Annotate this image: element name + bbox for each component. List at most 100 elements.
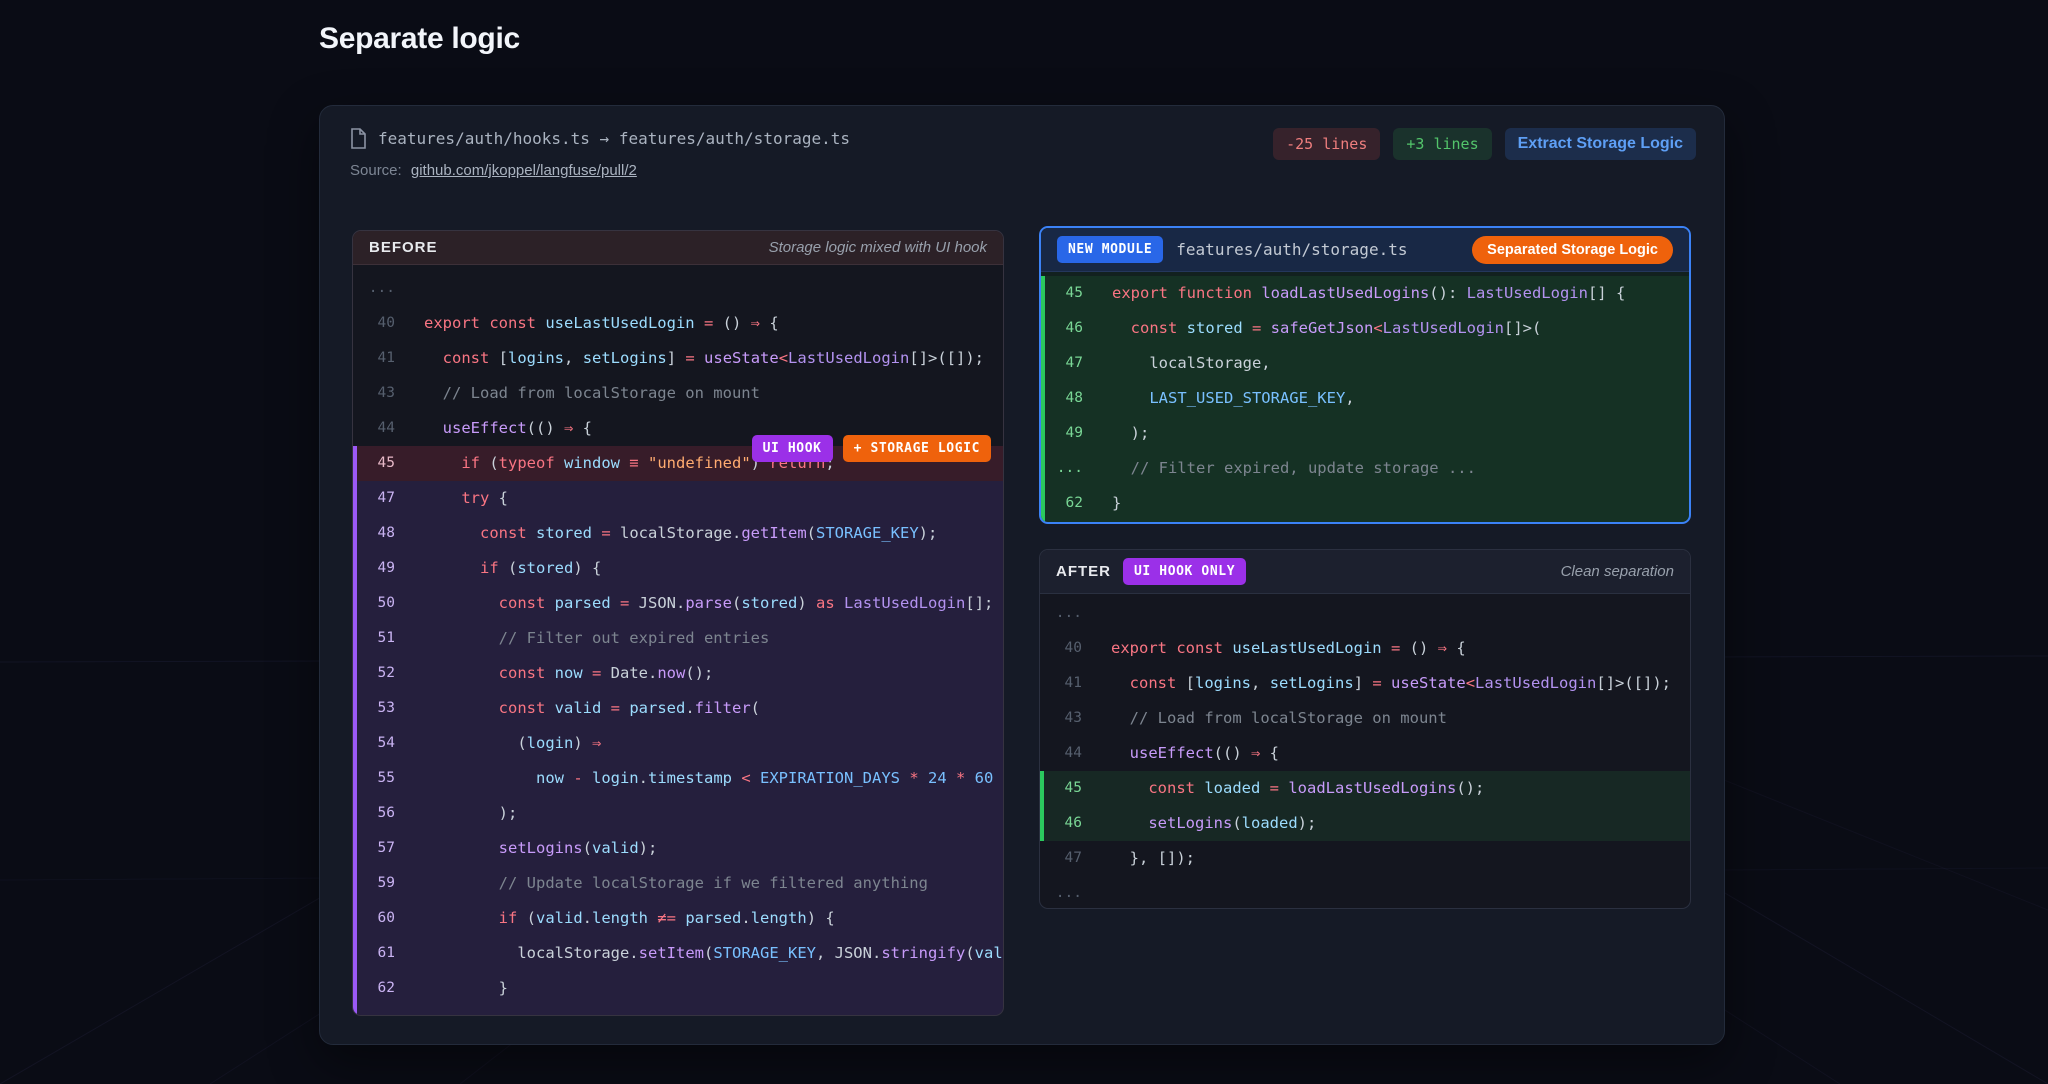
line-number: 45 [1044, 771, 1098, 806]
code-line-text: // Update localStorage if we filtered an… [411, 866, 928, 901]
line-number: 59 [357, 866, 411, 901]
line-number: 48 [357, 516, 411, 551]
code-line-text [1098, 596, 1111, 631]
code-line: 45 const loaded = loadLastUsedLogins(); [1040, 771, 1690, 806]
before-title: BEFORE [369, 239, 438, 256]
code-line-text: // Load from localStorage on mount [411, 376, 760, 411]
line-number: 44 [357, 411, 411, 446]
line-number: 43 [1044, 701, 1098, 736]
line-number: 60 [357, 901, 411, 936]
code-line: 41 const [logins, setLogins] = useState<… [1040, 666, 1690, 701]
code-line: 57 setLogins(valid); [353, 831, 1003, 866]
code-line-text: useEffect(() ⇒ { [411, 411, 592, 446]
after-panel: AFTER UI HOOK ONLY Clean separation ...4… [1039, 549, 1691, 909]
code-line-text: // Load from localStorage on mount [1098, 701, 1447, 736]
code-line-text: const stored = safeGetJson<LastUsedLogin… [1099, 311, 1541, 346]
code-line: 62 } [353, 971, 1003, 1006]
code-line: 62} [1041, 486, 1689, 521]
after-title: AFTER [1056, 563, 1111, 580]
code-line-text: (login) ⇒ [411, 726, 601, 761]
code-line-text: if (stored) { [411, 551, 601, 586]
code-line: 53 const valid = parsed.filter( [353, 691, 1003, 726]
code-line: ... [353, 271, 1003, 306]
code-line-text: setLogins(valid); [411, 831, 657, 866]
code-line-text: // Filter expired, update storage ... [1099, 451, 1476, 486]
source-link[interactable]: github.com/jkoppel/langfuse/pull/2 [411, 162, 637, 179]
line-number: 53 [357, 691, 411, 726]
code-line: ... [1040, 876, 1690, 909]
code-line: 43 // Load from localStorage on mount [353, 376, 1003, 411]
code-line: 48 const stored = localStorage.getItem(S… [353, 516, 1003, 551]
code-line: 51 // Filter out expired entries [353, 621, 1003, 656]
line-number: 55 [357, 761, 411, 796]
code-line-text: localStorage.setItem(STORAGE_KEY, JSON.s… [411, 936, 1003, 971]
file-icon [350, 128, 367, 149]
code-line-text: export function loadLastUsedLogins(): La… [1099, 276, 1625, 311]
code-line-text: const [logins, setLogins] = useState<Las… [1098, 666, 1671, 701]
line-number: 47 [357, 481, 411, 516]
code-line: ... [1040, 596, 1690, 631]
new-module-panel: NEW MODULE features/auth/storage.ts Sepa… [1039, 226, 1691, 524]
overlay-badges: UI HOOK + STORAGE LOGIC [752, 435, 991, 462]
new-module-badge: NEW MODULE [1057, 236, 1163, 263]
lines-added-badge: +3 lines [1393, 128, 1491, 160]
code-line-text: LAST_USED_STORAGE_KEY, [1099, 381, 1355, 416]
line-number: 57 [357, 831, 411, 866]
code-line-text: export const useLastUsedLogin = () ⇒ { [411, 306, 779, 341]
code-line-text: useEffect(() ⇒ { [1098, 736, 1279, 771]
code-line-text: const stored = localStorage.getItem(STOR… [411, 516, 937, 551]
line-number: 56 [357, 796, 411, 831]
line-number: 46 [1044, 806, 1098, 841]
code-line-text: ); [411, 796, 517, 831]
code-line-text: now - login.timestamp < EXPIRATION_DAYS … [411, 761, 1003, 796]
code-line: 46 const stored = safeGetJson<LastUsedLo… [1041, 311, 1689, 346]
new-module-code: 45export function loadLastUsedLogins(): … [1041, 272, 1689, 524]
code-line-text: if (valid.length ≠= parsed.length) { [411, 901, 835, 936]
line-number: 62 [1045, 486, 1099, 521]
line-number: 45 [1045, 276, 1099, 311]
ui-hook-only-badge: UI HOOK ONLY [1123, 558, 1246, 585]
after-panel-header: AFTER UI HOOK ONLY Clean separation [1040, 550, 1690, 594]
code-line-text [411, 271, 424, 306]
code-line: 46 setLogins(loaded); [1040, 806, 1690, 841]
before-note: Storage logic mixed with UI hook [769, 239, 987, 256]
before-panel: BEFORE Storage logic mixed with UI hook … [352, 230, 1004, 1016]
line-number: 52 [357, 656, 411, 691]
refactor-card: features/auth/hooks.ts → features/auth/s… [319, 105, 1725, 1045]
lines-removed-badge: -25 lines [1273, 128, 1380, 160]
line-number: 40 [357, 306, 411, 341]
line-number: ... [357, 271, 411, 306]
code-line: 48 LAST_USED_STORAGE_KEY, [1041, 381, 1689, 416]
code-line: 47 localStorage, [1041, 346, 1689, 381]
storage-logic-badge: + STORAGE LOGIC [843, 435, 991, 462]
line-number: 48 [1045, 381, 1099, 416]
code-line: 59 // Update localStorage if we filtered… [353, 866, 1003, 901]
ui-hook-badge: UI HOOK [752, 435, 833, 462]
code-line-text: const parsed = JSON.parse(stored) as Las… [411, 586, 993, 621]
line-number: 47 [1045, 346, 1099, 381]
file-path: features/auth/hooks.ts → features/auth/s… [378, 129, 850, 148]
code-line-text: } [1099, 486, 1121, 521]
after-note: Clean separation [1561, 563, 1674, 580]
code-line-text: }, []); [1098, 841, 1195, 876]
line-number: 51 [357, 621, 411, 656]
source-row: Source: github.com/jkoppel/langfuse/pull… [350, 162, 637, 179]
code-line-text: setLogins(loaded); [1098, 806, 1316, 841]
line-number: 54 [357, 726, 411, 761]
line-number: 47 [1044, 841, 1098, 876]
code-line: 56 ); [353, 796, 1003, 831]
code-line: 61 localStorage.setItem(STORAGE_KEY, JSO… [353, 936, 1003, 971]
line-number: 41 [357, 341, 411, 376]
line-number: ... [1044, 876, 1098, 909]
code-line: ... // Filter expired, update storage ..… [1041, 451, 1689, 486]
code-line: 47 }, []); [1040, 841, 1690, 876]
line-number: 46 [1045, 311, 1099, 346]
code-line: 52 const now = Date.now(); [353, 656, 1003, 691]
new-module-panel-header: NEW MODULE features/auth/storage.ts Sepa… [1041, 228, 1689, 272]
code-line-text: } [411, 971, 508, 1006]
code-line: 40export const useLastUsedLogin = () ⇒ { [1040, 631, 1690, 666]
code-line-text: export const useLastUsedLogin = () ⇒ { [1098, 631, 1466, 666]
code-line-text [1098, 876, 1111, 909]
line-number: 40 [1044, 631, 1098, 666]
before-code: ...40export const useLastUsedLogin = () … [353, 265, 1003, 1016]
